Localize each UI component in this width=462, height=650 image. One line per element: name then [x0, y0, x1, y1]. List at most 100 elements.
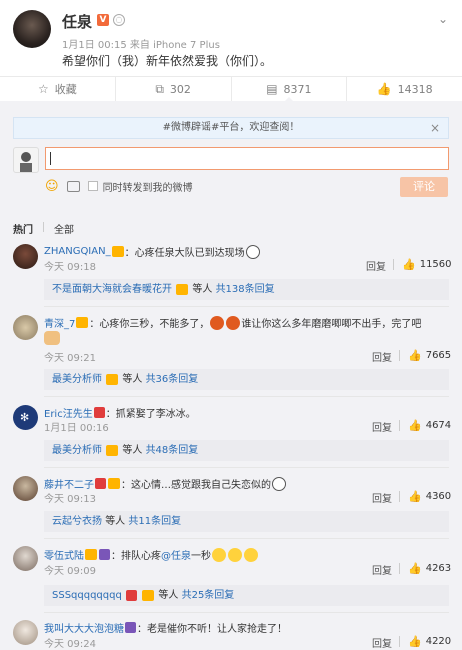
vip-badge-icon: V: [97, 14, 109, 26]
like-button[interactable]: 👍 4263: [408, 562, 451, 575]
post-content: 希望你们（我）新年依然爱我（你们）。: [62, 54, 273, 68]
comment-text-2: 谁让你这么多年磨磨唧唧不出手，完了吧: [241, 319, 422, 330]
like-button[interactable]: 👍 4360: [408, 490, 451, 503]
commenter-name[interactable]: ZHANGQIAN_: [44, 246, 111, 257]
reply-button[interactable]: 回复: [366, 258, 386, 273]
comment-text: ：心疼你三秒，不能多了，: [89, 319, 210, 330]
like-icon: 👍: [376, 82, 392, 96]
my-avatar: [13, 147, 39, 173]
like-button[interactable]: 👍 4220: [408, 635, 451, 648]
sub-reply-name[interactable]: 不是面朝大海就会春暖花开: [52, 284, 172, 295]
badge-icon: [176, 283, 189, 295]
emoji-icon[interactable]: ☺: [45, 179, 59, 194]
sub-reply-mid: 等人: [122, 374, 143, 385]
laugh-emoji-icon: [244, 547, 258, 562]
comment-time: 今天 09:21: [44, 353, 96, 364]
sub-reply-count[interactable]: 共36条回复: [146, 374, 199, 385]
sub-reply-mid: 等人: [192, 284, 213, 295]
like-count: 14318: [397, 82, 433, 96]
like-count: 4220: [425, 636, 452, 647]
badge-icon: [106, 444, 119, 456]
like-button[interactable]: 👍 11560: [402, 258, 452, 271]
like-icon: 👍: [408, 635, 422, 648]
comment-line: 我叫大大大泡泡糖 ：老是催你不听！让人家抢走了！: [44, 620, 287, 635]
like-button[interactable]: 👍 4674: [408, 419, 451, 432]
image-icon[interactable]: [66, 180, 80, 192]
like-button[interactable]: 👍 14318: [347, 77, 462, 101]
mention-link[interactable]: @任泉: [161, 547, 191, 562]
submit-comment-button[interactable]: 评论: [400, 177, 448, 197]
comment-input[interactable]: [45, 147, 449, 170]
avatar[interactable]: [13, 476, 38, 501]
badge-icon: [99, 549, 110, 560]
verified-icon: ◌: [113, 14, 125, 26]
comment-button[interactable]: ▤ 8371: [232, 77, 348, 102]
sub-reply[interactable]: 不是面朝大海就会春暖花开 等人 共138条回复: [44, 279, 449, 300]
sub-reply-count[interactable]: 共48条回复: [146, 445, 199, 456]
snowflake-icon: ✻: [20, 411, 30, 424]
avatar[interactable]: [13, 315, 38, 340]
sub-reply-count[interactable]: 共11条回复: [128, 516, 181, 527]
close-icon[interactable]: ×: [430, 118, 440, 138]
like-count: 7665: [425, 350, 452, 361]
comment-time: 今天 09:13: [44, 494, 96, 505]
comment-icon: ▤: [266, 82, 278, 96]
comment-filters: 热门 全部: [13, 221, 74, 236]
comment-count: 8371: [283, 82, 312, 96]
reply-button[interactable]: 回复: [372, 419, 392, 434]
notice-text: #微博辟谣#平台，欢迎查阅！: [162, 122, 300, 133]
sub-reply[interactable]: 云起兮衣扬 等人 共11条回复: [44, 511, 449, 532]
star-icon: ☆: [37, 82, 49, 96]
comment-time: 今天 09:09: [44, 566, 96, 577]
avatar[interactable]: [13, 620, 38, 645]
comment-time: 今天 09:18: [44, 262, 96, 273]
sub-reply[interactable]: 最美分析师 等人 共36条回复: [44, 369, 449, 390]
sub-reply[interactable]: 最美分析师 等人 共48条回复: [44, 440, 449, 461]
reply-button[interactable]: 回复: [372, 635, 392, 650]
like-count: 4263: [425, 563, 452, 574]
chevron-down-icon[interactable]: ⌄: [438, 12, 448, 26]
like-count: 11560: [419, 259, 452, 270]
comment-line: ZHANGQIAN_ ：心疼任泉大队已到达现场: [44, 244, 261, 259]
commenter-name[interactable]: 零伍式陆: [44, 547, 84, 562]
sub-reply-count[interactable]: 共25条回复: [182, 590, 235, 601]
sub-reply-name[interactable]: SSSqqqqqqqq: [52, 590, 122, 601]
filter-hot[interactable]: 热门: [13, 221, 33, 236]
favorite-button[interactable]: ☆ 收藏: [0, 77, 116, 101]
badge-icon: [106, 373, 119, 385]
sub-reply-name[interactable]: 最美分析师: [52, 445, 102, 456]
comment-line: Eric汪先生 ：抓紧娶了李冰冰。: [44, 405, 196, 420]
comment-text: ：老是催你不听！让人家抢走了！: [137, 624, 287, 635]
comment-line: 零伍式陆 ：排队心疼 @任泉 一秒: [44, 547, 259, 562]
emoji-icon: [210, 315, 225, 330]
reply-button[interactable]: 回复: [372, 349, 392, 364]
comment-text: ：抓紧娶了李冰冰。: [105, 409, 196, 420]
avatar[interactable]: [13, 546, 38, 571]
post-actions: ☆ 收藏 ⧉ 302 ▤ 8371 👍 14318: [0, 76, 462, 102]
filter-all[interactable]: 全部: [54, 221, 74, 236]
forward-checkbox[interactable]: [87, 181, 98, 191]
badge-icon: [93, 407, 105, 418]
laugh-emoji-icon: [212, 547, 226, 562]
reply-button[interactable]: 回复: [372, 562, 392, 577]
sub-reply-name[interactable]: 云起兮衣扬: [52, 516, 102, 527]
like-count: 4674: [425, 420, 452, 431]
commenter-name[interactable]: 藤井不二子: [44, 476, 94, 491]
emoji-icon: [245, 244, 260, 259]
comment-text: ：这心情…感觉跟我自己失恋似的: [121, 480, 271, 491]
commenter-name[interactable]: 我叫大大大泡泡糖: [44, 620, 124, 635]
sub-reply-count[interactable]: 共138条回复: [216, 284, 275, 295]
notice-bar[interactable]: #微博辟谣#平台，欢迎查阅！ ×: [13, 117, 449, 139]
like-button[interactable]: 👍 7665: [408, 349, 451, 362]
avatar[interactable]: [13, 244, 38, 269]
reply-button[interactable]: 回复: [372, 490, 392, 505]
sub-reply[interactable]: SSSqqqqqqqq 等人 共25条回复: [44, 585, 449, 606]
commenter-name[interactable]: Eric汪先生: [44, 405, 93, 420]
repost-button[interactable]: ⧉ 302: [116, 77, 232, 101]
author-avatar[interactable]: [13, 10, 51, 48]
commenter-name[interactable]: 青深_7: [44, 315, 75, 330]
sub-reply-name[interactable]: 最美分析师: [52, 374, 102, 385]
author-name[interactable]: 任泉: [62, 11, 92, 32]
like-icon: 👍: [408, 562, 422, 575]
composer-tools: ☺ 同时转发到我的微博: [45, 179, 193, 194]
